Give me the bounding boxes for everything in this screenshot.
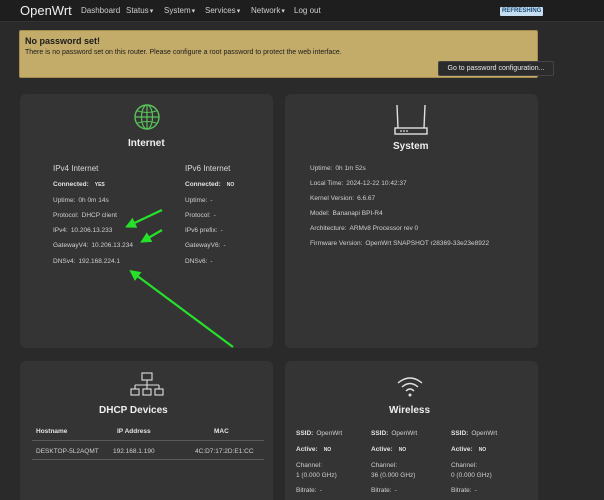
annotation-arrows — [125, 209, 234, 348]
arrow-to-dns — [129, 270, 234, 348]
arrow-to-gateway — [140, 229, 163, 243]
arrow-to-ipv4 — [125, 209, 163, 228]
